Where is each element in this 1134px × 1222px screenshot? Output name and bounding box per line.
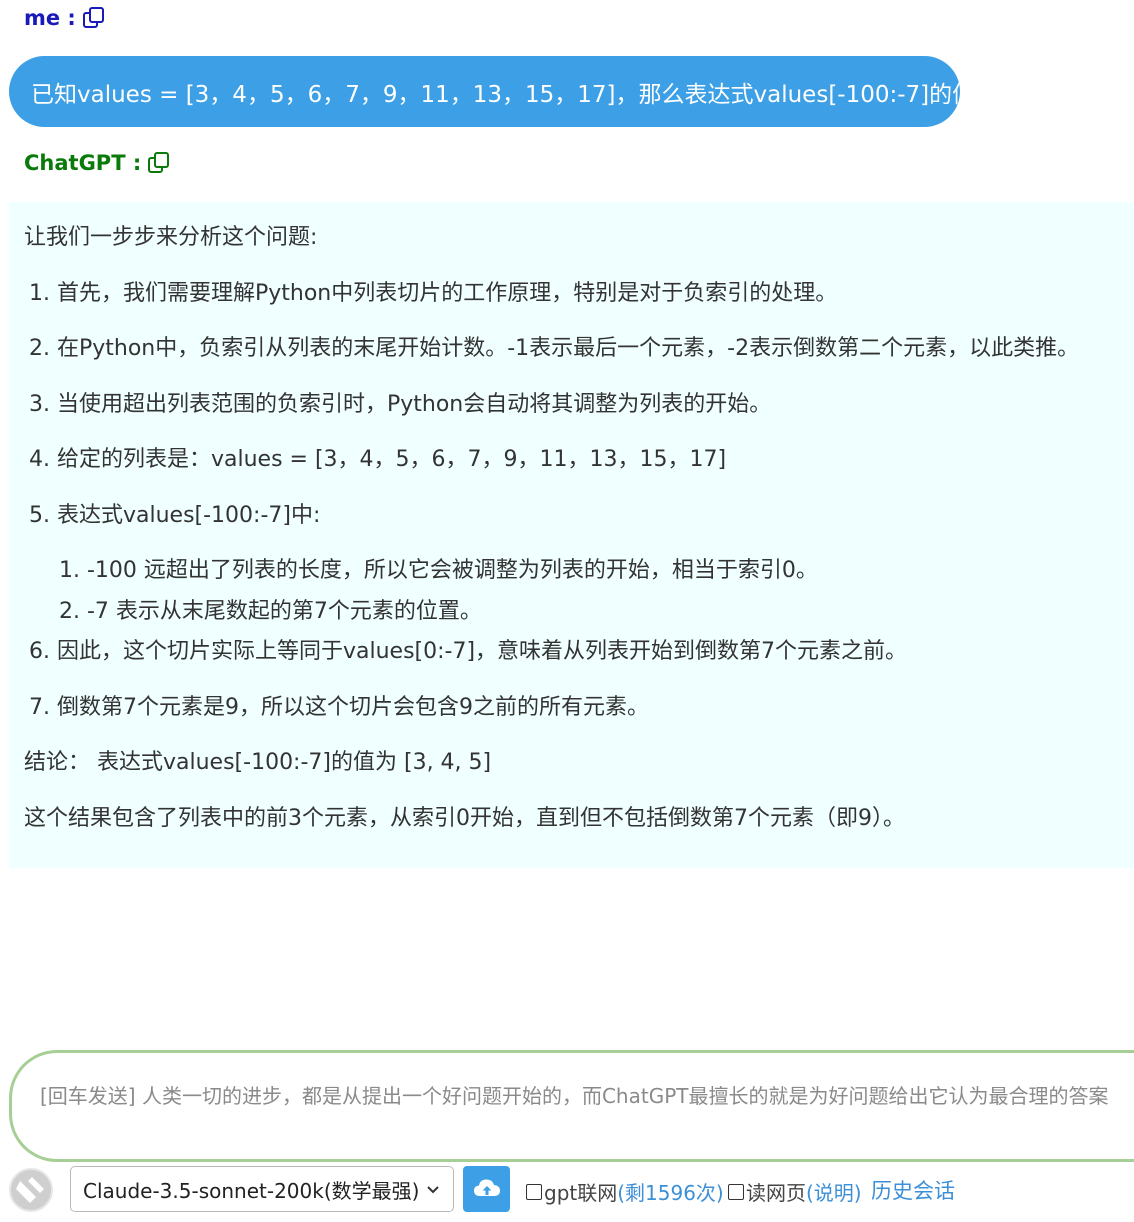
answer-intro: 让我们一步步来分析这个问题: [24, 225, 318, 250]
message-input[interactable] [40, 1080, 1134, 1120]
read-page-help-link[interactable]: (说明) [806, 1177, 862, 1206]
web-search-label: gpt联网 [544, 1181, 618, 1205]
web-search-remaining: (剩1596次) [617, 1181, 724, 1205]
model-select-value: Claude-3.5-sonnet-200k(数学最强) [83, 1178, 420, 1203]
bot-answer: 让我们一步步来分析这个问题: 1. 首先，我们需要理解Python中列表切片的工… [9, 202, 1134, 868]
answer-summary: 这个结果包含了列表中的前3个元素，从索引0开始，直到但不包括倒数第7个元素（即9… [24, 806, 905, 831]
read-page-checkbox[interactable] [728, 1183, 744, 1200]
chat-page: me : 已知values = [3，4，5，6，7，9，11，13，15，17… [0, 0, 1134, 1222]
answer-conclusion: 结论： 表达式values[-100:-7]的值为 [3, 4, 5] [24, 750, 492, 775]
list-item: 7. 倒数第7个元素是9，所以这个切片会包含9之前的所有元素。 [29, 695, 649, 720]
user-name: me : [24, 6, 76, 30]
upload-button[interactable] [463, 1166, 510, 1212]
list-item: 4. 给定的列表是：values = [3，4，5，6，7，9，11，13，15… [29, 447, 727, 472]
copy-icon[interactable] [82, 6, 106, 30]
read-page-option[interactable]: 读网页 (说明) [728, 1177, 862, 1206]
list-item: 1. 首先，我们需要理解Python中列表切片的工作原理，特别是对于负索引的处理… [29, 281, 838, 306]
user-message-text: 已知values = [3，4，5，6，7，9，11，13，15，17]，那么表… [31, 81, 960, 108]
user-message-bubble: 已知values = [3，4，5，6，7，9，11，13，15，17]，那么表… [9, 56, 960, 127]
sub-list-item-text: -7 表示从末尾数起的第7个元素的位置。 [86, 599, 482, 624]
chevron-down-icon [427, 1186, 439, 1194]
history-link[interactable]: 历史会话 [871, 1175, 955, 1205]
list-item-text: 给定的列表是：values = [3，4，5，6，7，9，11，13，15，17… [56, 447, 727, 472]
list-item-text: 当使用超出列表范围的负索引时，Python会自动将其调整为列表的开始。 [56, 392, 772, 417]
list-item-text: 倒数第7个元素是9，所以这个切片会包含9之前的所有元素。 [56, 695, 649, 720]
list-item-text: 表达式values[-100:-7]中: [56, 503, 321, 528]
cloud-upload-icon [473, 1179, 500, 1196]
bottom-toolbar: Claude-3.5-sonnet-200k(数学最强) gpt联网 (剩159… [0, 1165, 1134, 1215]
sub-list-item-text: -100 远超出了列表的长度，所以它会被调整为列表的开始，相当于索引0。 [86, 558, 818, 583]
list-item-text: 因此，这个切片实际上等同于values[0:-7]，意味着从列表开始到倒数第7个… [56, 639, 908, 664]
copy-icon[interactable] [147, 151, 171, 175]
app-logo-icon [9, 1168, 53, 1212]
bot-speaker-label: ChatGPT : [24, 151, 171, 175]
list-item: 2. 在Python中，负索引从列表的末尾开始计数。-1表示最后一个元素，-2表… [29, 336, 1080, 361]
list-item: 5. 表达式values[-100:-7]中: [29, 503, 321, 528]
web-search-checkbox[interactable] [526, 1183, 542, 1200]
message-input-box [9, 1050, 1134, 1162]
read-page-label: 读网页 [746, 1181, 806, 1205]
model-select[interactable]: Claude-3.5-sonnet-200k(数学最强) [70, 1166, 454, 1212]
user-speaker-label: me : [24, 6, 106, 30]
sub-list-item: 2. -7 表示从末尾数起的第7个元素的位置。 [59, 599, 482, 624]
web-search-option[interactable]: gpt联网 (剩1596次) [526, 1177, 724, 1206]
sub-list-item: 1. -100 远超出了列表的长度，所以它会被调整为列表的开始，相当于索引0。 [59, 558, 818, 583]
list-item: 6. 因此，这个切片实际上等同于values[0:-7]，意味着从列表开始到倒数… [29, 639, 908, 664]
list-item-text: 在Python中，负索引从列表的末尾开始计数。-1表示最后一个元素，-2表示倒数… [56, 336, 1080, 361]
list-item: 3. 当使用超出列表范围的负索引时，Python会自动将其调整为列表的开始。 [29, 392, 772, 417]
list-item-text: 首先，我们需要理解Python中列表切片的工作原理，特别是对于负索引的处理。 [56, 281, 838, 306]
bot-name: ChatGPT : [24, 151, 142, 175]
